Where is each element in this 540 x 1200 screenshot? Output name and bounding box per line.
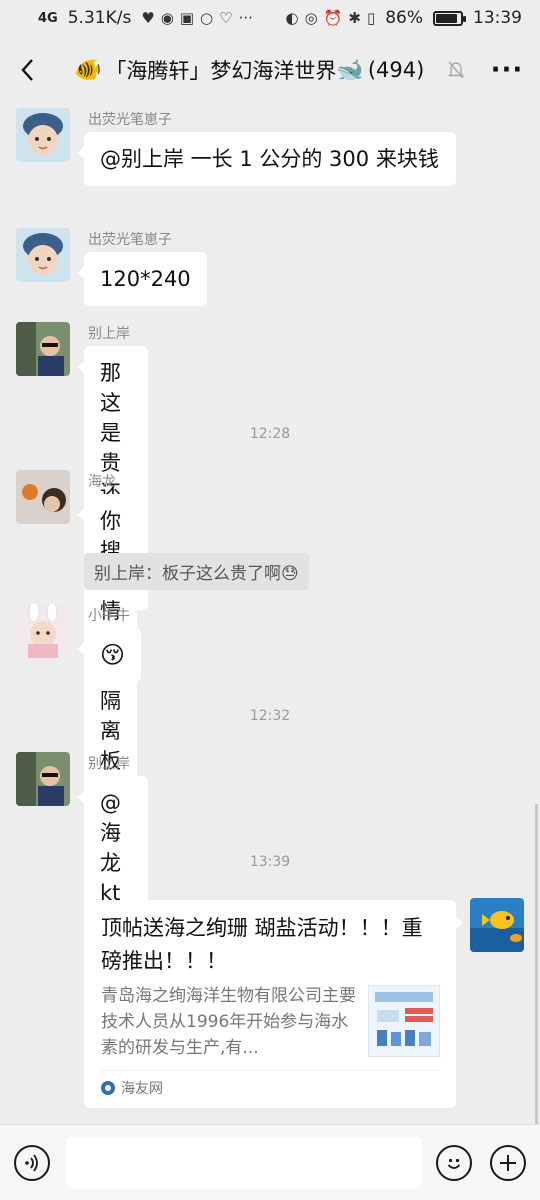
source-logo-icon xyxy=(101,1081,115,1095)
avatar[interactable] xyxy=(16,604,70,658)
chat-header: 🐠 「海腾轩」梦幻海洋世界 🐋 (494) ··· xyxy=(0,36,540,104)
circle-icon: ○ xyxy=(200,9,214,27)
bluetooth-icon: ✱ xyxy=(348,9,361,27)
fish-emoji: 🐠 xyxy=(74,57,102,83)
my-avatar[interactable] xyxy=(470,898,524,952)
system-icons: ◐ ◎ ⏰ ✱ ▯ xyxy=(285,9,375,27)
back-button[interactable] xyxy=(0,36,54,104)
screen-icon: ▣ xyxy=(179,9,195,27)
group-name: 「海腾轩」梦幻海洋世界 xyxy=(105,59,337,83)
alarm-icon: ⏰ xyxy=(323,9,343,27)
more-dots-icon: ··· xyxy=(490,55,524,85)
sender-name: 别上岸 xyxy=(88,326,130,342)
message-bubble[interactable]: @别上岸 一长 1 公分的 300 来块钱 xyxy=(77,132,456,186)
battery-percent: 86% xyxy=(385,8,423,28)
clock: 13:39 xyxy=(473,8,522,28)
network-speed: 5.31K/s xyxy=(67,8,132,28)
message-bubble[interactable]: 120*240 xyxy=(77,252,207,306)
scrollbar[interactable] xyxy=(535,804,538,1124)
heart-icon: ♥ xyxy=(141,9,155,27)
more-button[interactable]: ··· xyxy=(474,36,540,104)
quoted-reply[interactable]: 别上岸：板子这么贵了啊😓 xyxy=(84,553,309,590)
sender-name: 别上岸 xyxy=(88,756,130,772)
whale-emoji: 🐋 xyxy=(336,57,364,83)
more-notifications-icon: ··· xyxy=(238,9,253,27)
input-bar xyxy=(0,1124,540,1200)
notification-icons: ♥ ◉ ▣ ○ ♡ ··· xyxy=(141,9,253,27)
timestamp: 12:28 xyxy=(249,426,291,442)
avatar[interactable] xyxy=(16,322,70,376)
emoji-icon xyxy=(447,1158,461,1169)
avatar[interactable] xyxy=(16,108,70,162)
source-name: 海友网 xyxy=(121,1081,163,1097)
heart-pulse-icon: ♡ xyxy=(219,9,233,27)
message-input[interactable] xyxy=(66,1137,422,1189)
voice-button[interactable] xyxy=(14,1145,50,1181)
avatar[interactable] xyxy=(16,228,70,282)
avatar[interactable] xyxy=(16,752,70,806)
sender-name: 出荧光笔崽子 xyxy=(88,232,172,248)
card-description: 青岛海之绚海洋生物有限公司主要技术人员从1996年开始参与海水素的研发与生产,有… xyxy=(101,986,356,1058)
sender-name: 小牛牛 xyxy=(88,608,130,624)
member-count: (494) xyxy=(367,58,425,82)
avatar[interactable] xyxy=(16,470,70,524)
emoji-button[interactable] xyxy=(436,1145,472,1181)
link-card[interactable]: 顶帖送海之绚珊 瑚盐活动！！！重磅推出！！！ 青岛海之绚海洋生物有限公司主要技术… xyxy=(84,900,463,1108)
plus-button[interactable] xyxy=(490,1145,526,1181)
mute-indicator xyxy=(438,60,474,80)
vibrate-icon: ▯ xyxy=(366,9,376,27)
bulb-icon: ◉ xyxy=(160,9,174,27)
chat-title: 🐠 「海腾轩」梦幻海洋世界 🐋 (494) xyxy=(54,55,438,85)
bell-off-icon xyxy=(447,61,465,79)
card-source: 海友网 xyxy=(101,1078,163,1098)
card-divider xyxy=(101,1070,439,1071)
sender-name: 出荧光笔崽子 xyxy=(88,112,172,128)
plus-icon xyxy=(500,1155,516,1171)
nfc-icon: ◐ xyxy=(285,9,299,27)
back-arrow-icon xyxy=(21,59,33,81)
battery-fill xyxy=(436,13,457,23)
message-bubble[interactable]: 😚 xyxy=(76,628,142,682)
message-list[interactable]: 出荧光笔崽子 @别上岸 一长 1 公分的 300 来块钱 出荧光笔崽子 120*… xyxy=(0,104,540,1124)
sender-name: 海龙 xyxy=(88,474,116,490)
battery-icon xyxy=(433,10,466,26)
status-bar: 4G 5.31K/s ♥ ◉ ▣ ○ ♡ ··· ◐ ◎ ⏰ ✱ ▯ 86% 1… xyxy=(0,0,540,36)
eye-icon: ◎ xyxy=(304,9,318,27)
card-title: 顶帖送海之绚珊 瑚盐活动！！！重磅推出！！！ xyxy=(101,916,423,973)
timestamp: 12:32 xyxy=(249,708,291,724)
signal-indicator: 4G xyxy=(38,10,58,26)
card-thumbnail xyxy=(368,985,440,1057)
timestamp: 13:39 xyxy=(249,854,291,870)
voice-icon xyxy=(25,1154,38,1172)
